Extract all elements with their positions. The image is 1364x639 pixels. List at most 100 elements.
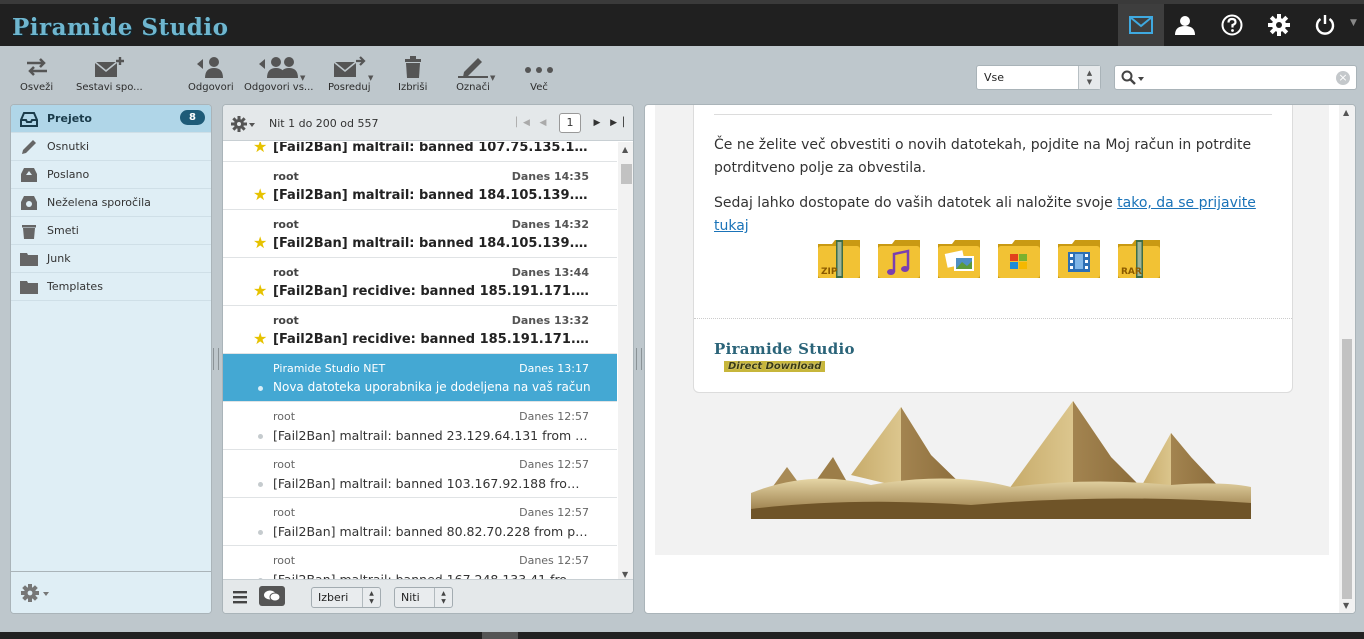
message-row[interactable]: root Danes 12:57 [Fail2Ban] maltrail: ba… [223, 402, 617, 450]
list-scrollbar[interactable]: ▲ ▼ [618, 142, 633, 580]
mark-dropdown[interactable]: ▼ [490, 74, 495, 82]
more-label: Več [530, 82, 548, 93]
reply-label: Odgovori [188, 82, 234, 93]
status-dot[interactable] [258, 386, 263, 391]
message-date: Danes 13:17 [519, 362, 589, 375]
message-row[interactable]: root Danes 12:57 [Fail2Ban] maltrail: ba… [223, 546, 617, 580]
folder-inbox[interactable]: Prejeto 8 [11, 105, 211, 133]
flag-star-icon[interactable]: ★ [253, 187, 267, 203]
folder-trash[interactable]: Smeti [11, 217, 211, 245]
chevron-down-icon[interactable]: ▼ [1350, 18, 1357, 28]
bottom-tab[interactable] [482, 632, 518, 639]
message-subject: [Fail2Ban] maltrail: banned 103.167.92.1… [273, 476, 591, 491]
filter-spin[interactable]: ▲ ▼ [1078, 66, 1100, 89]
thread-view-icon[interactable] [259, 586, 285, 606]
folder-settings-icon[interactable] [21, 584, 55, 602]
flag-star-icon[interactable]: ★ [253, 142, 267, 155]
message-date: Danes 12:57 [519, 506, 589, 519]
message-subject: [Fail2Ban] recidive: banned 185.191.171.… [273, 284, 591, 299]
message-subject: [Fail2Ban] maltrail: banned 184.105.139.… [273, 236, 591, 251]
flag-star-icon[interactable]: ★ [253, 283, 267, 299]
filter-select[interactable]: Vse ▲ ▼ [976, 65, 1101, 90]
scroll-up-icon[interactable]: ▲ [622, 145, 628, 154]
app-logo[interactable]: Piramide Studio [12, 14, 228, 41]
scroll-up-icon[interactable]: ▲ [1343, 108, 1349, 117]
status-dot[interactable] [258, 434, 263, 439]
help-icon[interactable] [1209, 4, 1255, 46]
music-folder-icon [876, 238, 924, 282]
reply-button[interactable]: Odgovori [188, 56, 234, 93]
folder-label: Neželena sporočila [47, 196, 151, 209]
message-date: Danes 12:57 [519, 554, 589, 567]
preview-scroll-thumb[interactable] [1342, 339, 1352, 599]
mail-icon[interactable] [1118, 4, 1164, 46]
message-row[interactable]: root Danes 13:44 ★ [Fail2Ban] recidive: … [223, 258, 617, 306]
list-header: Nit 1 do 200 od 557 ▏◀ ◀ 1 ▶ ▶▕ [223, 105, 633, 141]
mark-button[interactable]: Označi [456, 56, 490, 93]
message-row[interactable]: root Danes 14:35 ★ [Fail2Ban] maltrail: … [223, 162, 617, 210]
folder-splitter[interactable] [213, 348, 219, 370]
list-view-icon[interactable] [233, 590, 249, 604]
scroll-down-icon[interactable]: ▼ [1343, 601, 1349, 610]
message-date: Danes 14:35 [511, 170, 589, 183]
refresh-button[interactable]: Osveži [20, 56, 53, 93]
next-page-icon[interactable]: ▶ [587, 118, 607, 128]
message-subject: Nova datoteka uporabnika je dodeljena na… [273, 380, 591, 394]
message-sender: root [273, 506, 296, 519]
select-label: Izberi [318, 591, 349, 604]
last-page-icon[interactable]: ▶▕ [607, 118, 627, 128]
first-page-icon[interactable]: ▏◀ [513, 118, 533, 128]
settings-icon[interactable] [1256, 4, 1302, 46]
message-row[interactable]: ★ [Fail2Ban] maltrail: banned 107.75.135… [223, 142, 617, 162]
more-button[interactable]: Več [524, 56, 554, 93]
folder-label: Smeti [47, 224, 79, 237]
forward-dropdown[interactable]: ▼ [368, 74, 373, 82]
folder-junk[interactable]: Junk [11, 245, 211, 273]
compose-button[interactable]: Sestavi spo... [76, 56, 143, 93]
search-icon[interactable] [1121, 70, 1145, 86]
forward-button[interactable]: Posreduj [328, 56, 371, 93]
search-input[interactable]: × [1114, 65, 1357, 90]
list-options-icon[interactable] [231, 116, 259, 132]
flag-star-icon[interactable]: ★ [253, 331, 267, 347]
list-scroll-thumb[interactable] [621, 164, 632, 184]
threads-dropdown[interactable]: Niti ▲ ▼ [394, 587, 453, 608]
power-icon[interactable] [1302, 4, 1348, 46]
message-row-selected[interactable]: Piramide Studio NET Danes 13:17 Nova dat… [223, 354, 617, 402]
prev-page-icon[interactable]: ◀ [533, 118, 553, 128]
list-splitter[interactable] [636, 348, 642, 370]
message-sender: root [273, 266, 299, 279]
message-row[interactable]: root Danes 12:57 [Fail2Ban] maltrail: ba… [223, 450, 617, 498]
message-list: Nit 1 do 200 od 557 ▏◀ ◀ 1 ▶ ▶▕ ★ [Fail2… [222, 104, 634, 614]
brand-logo: Piramide Studio Direct Download [714, 340, 855, 372]
reply-all-icon [258, 57, 298, 78]
status-dot[interactable] [258, 482, 263, 487]
folder-icon [19, 250, 39, 268]
message-row[interactable]: root Danes 14:32 ★ [Fail2Ban] maltrail: … [223, 210, 617, 258]
clear-search-icon[interactable]: × [1336, 71, 1350, 85]
folder-templates[interactable]: Templates [11, 273, 211, 301]
page-number[interactable]: 1 [559, 113, 581, 133]
preview-scrollbar[interactable]: ▲ ▼ [1339, 105, 1355, 613]
folder-drafts[interactable]: Osnutki [11, 133, 211, 161]
brand-logo-title: Piramide Studio [714, 340, 855, 358]
refresh-label: Osveži [20, 82, 54, 93]
status-dot[interactable] [258, 530, 263, 535]
select-dropdown[interactable]: Izberi ▲ ▼ [311, 587, 381, 608]
message-row[interactable]: root Danes 12:57 [Fail2Ban] maltrail: ba… [223, 498, 617, 546]
scroll-down-icon[interactable]: ▼ [622, 570, 628, 579]
delete-button[interactable]: Izbriši [398, 56, 427, 93]
message-rows: ★ [Fail2Ban] maltrail: banned 107.75.135… [223, 142, 617, 580]
folder-sent[interactable]: Poslano [11, 161, 211, 189]
user-icon[interactable] [1162, 4, 1208, 46]
flag-star-icon[interactable]: ★ [253, 235, 267, 251]
trash-icon [19, 222, 39, 240]
folder-label: Junk [47, 252, 71, 265]
message-subject: [Fail2Ban] maltrail: banned 107.75.135.1… [273, 142, 591, 155]
message-row[interactable]: root Danes 13:32 ★ [Fail2Ban] recidive: … [223, 306, 617, 354]
folder-spam[interactable]: Neželena sporočila [11, 189, 211, 217]
reply-all-dropdown[interactable]: ▼ [300, 74, 305, 82]
zip-label: ZIP [821, 267, 838, 277]
unread-badge: 8 [180, 110, 205, 125]
message-body: Če ne želite več obvestiti o novih datot… [655, 105, 1329, 555]
